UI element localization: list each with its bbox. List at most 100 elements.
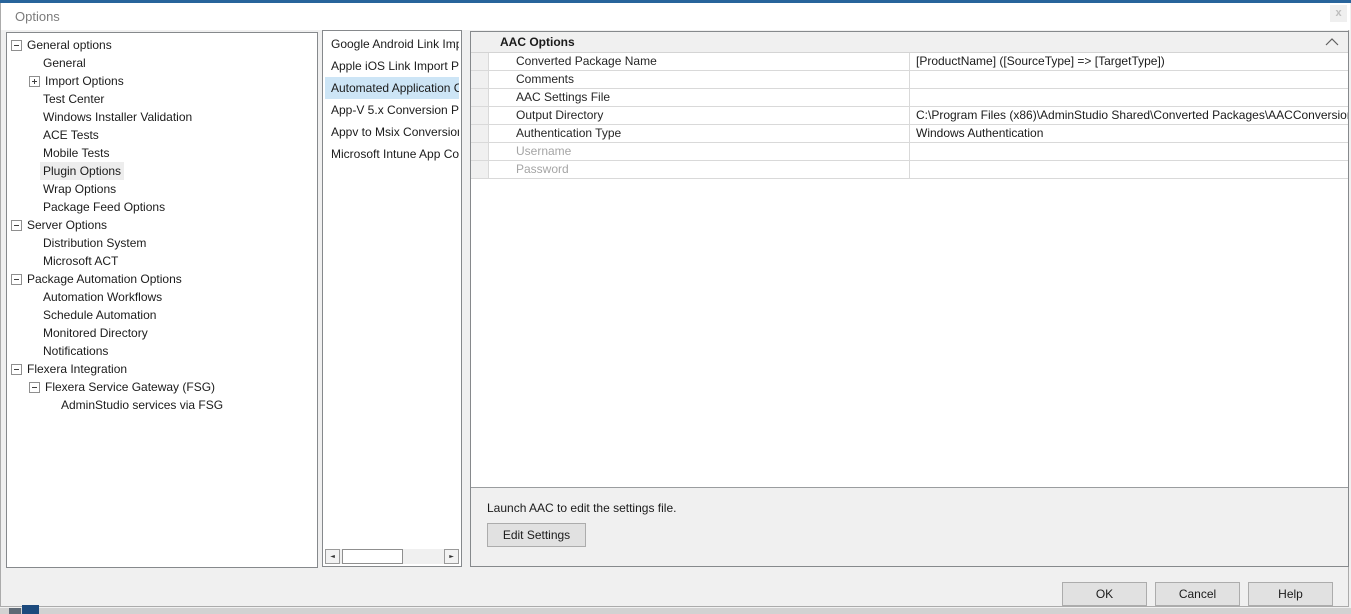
- property-value[interactable]: C:\Program Files (x86)\AdminStudio Share…: [910, 107, 1348, 124]
- tree-item[interactable]: Notifications: [7, 342, 317, 360]
- property-value[interactable]: [910, 71, 1348, 88]
- tree-item-label: AdminStudio services via FSG: [58, 396, 226, 414]
- scroll-right-arrow-icon[interactable]: ►: [444, 549, 459, 564]
- tree-item[interactable]: Monitored Directory: [7, 324, 317, 342]
- property-value[interactable]: [910, 143, 1348, 160]
- plugin-list-panel: Google Android Link Import PluginApple i…: [322, 30, 462, 567]
- row-gutter: [471, 107, 489, 124]
- horizontal-scrollbar[interactable]: ◄ ►: [325, 549, 459, 564]
- collapse-icon[interactable]: [11, 220, 22, 231]
- plugin-list-item[interactable]: App-V 5.x Conversion Plugin: [325, 99, 459, 121]
- property-name: AAC Settings File: [489, 89, 910, 106]
- tree-item-label: Test Center: [40, 90, 107, 108]
- launch-aac-hint: Launch AAC to edit the settings file.: [487, 501, 676, 515]
- property-row[interactable]: Converted Package Name[ProductName] ([So…: [471, 53, 1348, 71]
- collapse-icon[interactable]: [11, 274, 22, 285]
- tree-item[interactable]: Package Feed Options: [7, 198, 317, 216]
- expand-icon[interactable]: [29, 76, 40, 87]
- row-gutter: [471, 161, 489, 178]
- aac-footer: Launch AAC to edit the settings file. Ed…: [471, 487, 1348, 566]
- aac-options-panel: AAC Options Converted Package Name[Produ…: [470, 31, 1349, 567]
- tree-item-label: Plugin Options: [40, 162, 124, 180]
- property-value[interactable]: [910, 161, 1348, 178]
- title-bar: Options: [1, 3, 1350, 30]
- property-name: Comments: [489, 71, 910, 88]
- tree-item[interactable]: Mobile Tests: [7, 144, 317, 162]
- close-button[interactable]: x: [1330, 5, 1347, 22]
- plugin-list-item[interactable]: Apple iOS Link Import Plugin: [325, 55, 459, 77]
- aac-options-title: AAC Options: [500, 35, 575, 49]
- scroll-left-arrow-icon[interactable]: ◄: [325, 549, 340, 564]
- tree-item[interactable]: Automation Workflows: [7, 288, 317, 306]
- property-name: Authentication Type: [489, 125, 910, 142]
- options-dialog: Options x General optionsGeneralImport O…: [0, 0, 1351, 614]
- tree-item[interactable]: AdminStudio services via FSG: [7, 396, 317, 414]
- tree-item-label: Server Options: [24, 216, 110, 234]
- cancel-button[interactable]: Cancel: [1155, 582, 1240, 606]
- tree-item-label: Import Options: [42, 72, 127, 90]
- tree-item-label: Mobile Tests: [40, 144, 112, 162]
- collapse-icon[interactable]: [11, 40, 22, 51]
- aac-property-grid: AAC Options Converted Package Name[Produ…: [471, 32, 1348, 487]
- collapse-icon[interactable]: [29, 382, 40, 393]
- tree-item[interactable]: Test Center: [7, 90, 317, 108]
- tree-item-label: Distribution System: [40, 234, 149, 252]
- taskbar-strip: [0, 608, 1351, 614]
- taskbar-item-gray: [9, 608, 21, 614]
- collapse-chevron-icon[interactable]: [1325, 38, 1339, 46]
- property-row[interactable]: Password: [471, 161, 1348, 179]
- tree-item[interactable]: Distribution System: [7, 234, 317, 252]
- tree-item-label: Automation Workflows: [40, 288, 165, 306]
- help-button[interactable]: Help: [1248, 582, 1333, 606]
- tree-item[interactable]: Server Options: [7, 216, 317, 234]
- tree-item[interactable]: Windows Installer Validation: [7, 108, 317, 126]
- property-name: Output Directory: [489, 107, 910, 124]
- tree-item[interactable]: Flexera Integration: [7, 360, 317, 378]
- row-gutter: [471, 125, 489, 142]
- tree-item-label: General options: [24, 36, 115, 54]
- plugin-list-item[interactable]: Google Android Link Import Plugin: [325, 33, 459, 55]
- scroll-thumb[interactable]: [342, 549, 403, 564]
- tree-item[interactable]: Microsoft ACT: [7, 252, 317, 270]
- property-value[interactable]: [910, 89, 1348, 106]
- property-value[interactable]: [ProductName] ([SourceType] => [TargetTy…: [910, 53, 1348, 70]
- tree-item-label: Package Feed Options: [40, 198, 168, 216]
- row-gutter: [471, 71, 489, 88]
- property-row[interactable]: Username: [471, 143, 1348, 161]
- taskbar-item[interactable]: [22, 605, 39, 614]
- tree-item-label: Monitored Directory: [40, 324, 151, 342]
- collapse-icon[interactable]: [11, 364, 22, 375]
- tree-item[interactable]: Plugin Options: [7, 162, 317, 180]
- tree-item-label: Notifications: [40, 342, 111, 360]
- property-value[interactable]: Windows Authentication: [910, 125, 1348, 142]
- property-row[interactable]: AAC Settings File: [471, 89, 1348, 107]
- tree-item-label: Flexera Service Gateway (FSG): [42, 378, 218, 396]
- tree-item[interactable]: Import Options: [7, 72, 317, 90]
- tree-item[interactable]: ACE Tests: [7, 126, 317, 144]
- tree-item[interactable]: Package Automation Options: [7, 270, 317, 288]
- property-rows: Converted Package Name[ProductName] ([So…: [471, 53, 1348, 179]
- close-icon: x: [1335, 8, 1341, 19]
- window-title: Options: [15, 9, 60, 24]
- options-tree: General optionsGeneralImport OptionsTest…: [6, 32, 318, 568]
- tree-item[interactable]: General: [7, 54, 317, 72]
- property-row[interactable]: Comments: [471, 71, 1348, 89]
- tree-item[interactable]: Flexera Service Gateway (FSG): [7, 378, 317, 396]
- row-gutter: [471, 53, 489, 70]
- plugin-list-item[interactable]: Microsoft Intune App Conversion: [325, 143, 459, 165]
- ok-button[interactable]: OK: [1062, 582, 1147, 606]
- tree-item[interactable]: General options: [7, 36, 317, 54]
- edit-settings-button[interactable]: Edit Settings: [487, 523, 586, 547]
- row-gutter: [471, 89, 489, 106]
- property-row[interactable]: Output DirectoryC:\Program Files (x86)\A…: [471, 107, 1348, 125]
- plugin-list-item[interactable]: Automated Application Converter: [325, 77, 459, 99]
- row-gutter: [471, 143, 489, 160]
- tree-item[interactable]: Wrap Options: [7, 180, 317, 198]
- tree-item-label: ACE Tests: [40, 126, 102, 144]
- tree-item-label: Schedule Automation: [40, 306, 159, 324]
- property-row[interactable]: Authentication TypeWindows Authenticatio…: [471, 125, 1348, 143]
- property-name: Password: [489, 161, 910, 178]
- tree-item[interactable]: Schedule Automation: [7, 306, 317, 324]
- plugin-list-item[interactable]: Appv to Msix Conversion Plugin: [325, 121, 459, 143]
- tree-item-label: Windows Installer Validation: [40, 108, 195, 126]
